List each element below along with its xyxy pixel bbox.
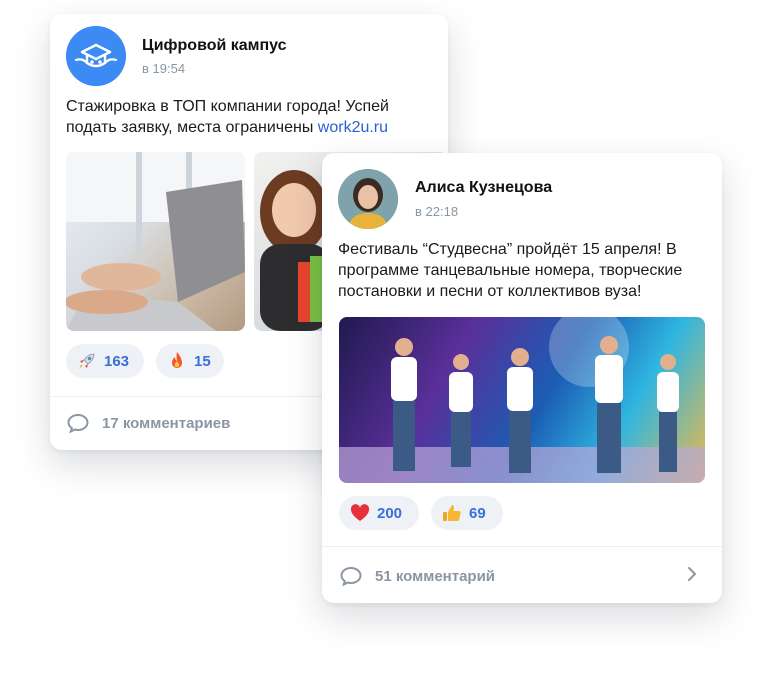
- post-photo-laptop[interactable]: [66, 152, 245, 331]
- fire-icon: [172, 352, 182, 368]
- thumbs-up-icon: [443, 505, 461, 521]
- post-photo-stage[interactable]: [339, 317, 705, 483]
- author-name[interactable]: Цифровой кампус: [142, 37, 287, 55]
- post-text: Стажировка в ТОП компании города! Успей …: [66, 96, 436, 138]
- avatar[interactable]: [66, 26, 126, 86]
- chevron-right-icon[interactable]: [686, 566, 698, 582]
- reaction-count: 69: [469, 504, 486, 522]
- reaction-heart[interactable]: 200: [339, 496, 419, 530]
- reaction-count: 15: [194, 352, 211, 370]
- comment-icon: [340, 566, 362, 587]
- comments-link[interactable]: 51 комментарий: [339, 565, 495, 587]
- rocket-icon: [79, 353, 95, 369]
- post-text: Фестиваль “Студвесна” пройдёт 15 апреля!…: [338, 241, 683, 300]
- stage-photo-illustration: [339, 317, 705, 483]
- divider: [322, 546, 722, 547]
- reaction-thumbs-up[interactable]: 69: [431, 496, 503, 530]
- campus-logo-icon: [66, 26, 126, 86]
- reaction-rocket[interactable]: 163: [66, 344, 144, 378]
- post-time: в 19:54: [142, 61, 186, 76]
- reaction-count: 200: [377, 504, 403, 522]
- comment-icon: [67, 413, 89, 434]
- heart-icon: [350, 504, 370, 521]
- laptop-photo-illustration: [66, 152, 245, 331]
- avatar[interactable]: [338, 169, 398, 229]
- author-name[interactable]: Алиса Кузнецова: [415, 179, 552, 197]
- reaction-fire[interactable]: 15: [156, 344, 224, 378]
- comments-link[interactable]: 17 комментариев: [66, 412, 230, 434]
- comments-count: 17 комментариев: [102, 414, 231, 432]
- reaction-count: 163: [104, 352, 130, 370]
- post-link[interactable]: work2u.ru: [318, 119, 388, 136]
- user-avatar-icon: [338, 169, 398, 229]
- post-card-alisa: Алиса Кузнецова в 22:18 Фестиваль “Студв…: [322, 153, 722, 603]
- comments-count: 51 комментарий: [375, 567, 496, 585]
- post-time: в 22:18: [415, 204, 459, 219]
